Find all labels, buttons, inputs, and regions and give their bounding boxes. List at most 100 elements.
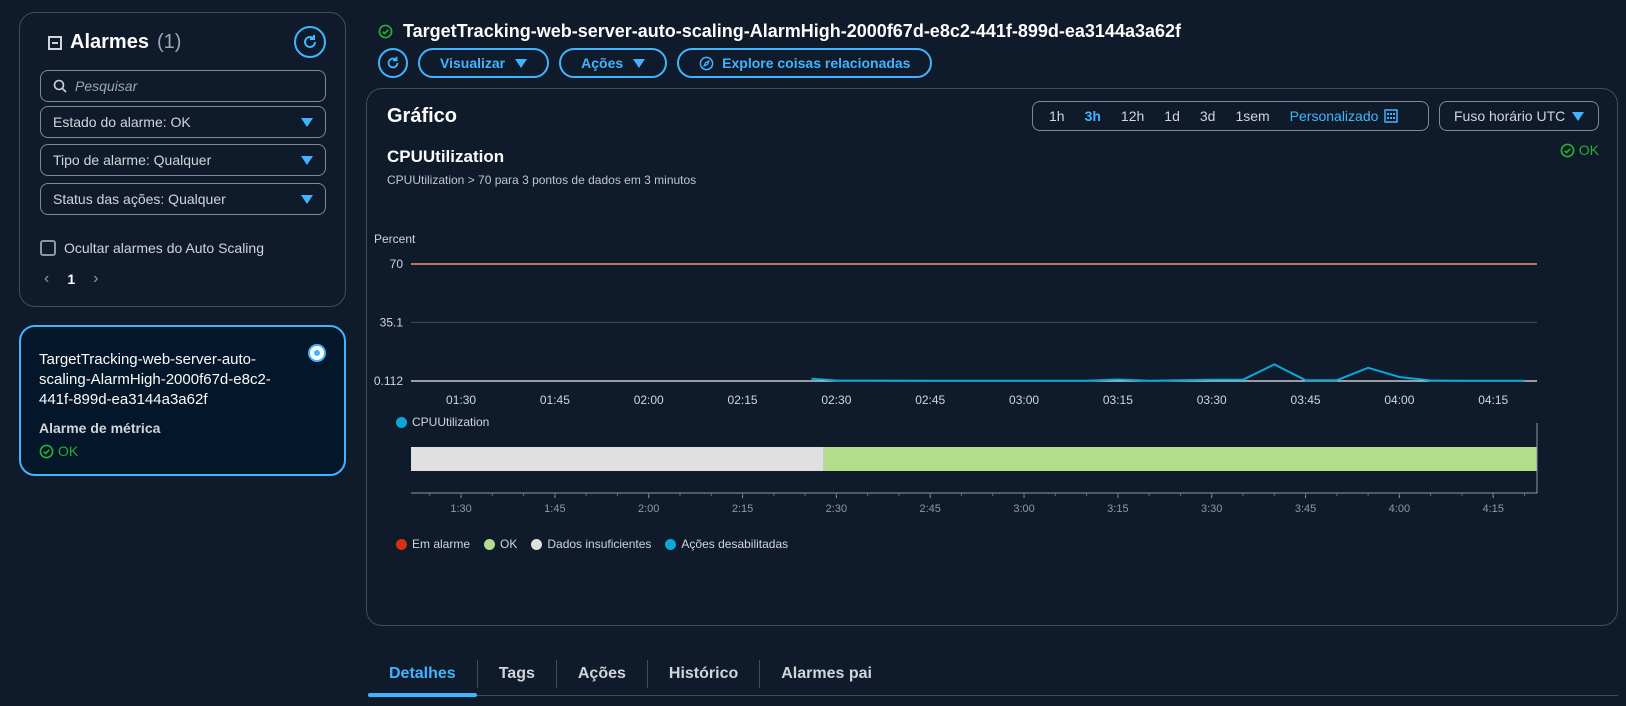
pagination: ‹ 1 › — [44, 270, 98, 288]
tab-history[interactable]: Histórico — [648, 652, 759, 696]
timeline-tick-label: 3:00 — [1013, 503, 1034, 515]
state-legend-item: Em alarme — [396, 537, 470, 551]
filter-alarm-type[interactable]: Tipo de alarme: Qualquer — [40, 144, 326, 176]
state-legend-item: Ações desabilitadas — [665, 537, 788, 551]
caret-down-icon — [301, 117, 313, 127]
state-legend-label: Em alarme — [412, 537, 471, 551]
page-number[interactable]: 1 — [67, 271, 75, 287]
refresh-button[interactable] — [378, 48, 408, 78]
alarm-card[interactable]: TargetTracking-web-server-auto-scaling-A… — [19, 325, 346, 476]
state-legend: Em alarme OK Dados insuficientes Ações d… — [396, 537, 788, 551]
timeline-tick-label: 2:30 — [826, 503, 847, 515]
alarms-count: (1) — [156, 31, 182, 53]
caret-down-icon — [633, 58, 646, 68]
compass-icon — [699, 56, 714, 70]
timeline-tick-label: 4:15 — [1483, 503, 1504, 515]
alarms-panel: Alarmes (1) Estado do alarme: OK Tipo de… — [19, 12, 346, 307]
filter-alarm-state-label: Estado do alarme: OK — [53, 114, 191, 130]
x-tick-label: 02:45 — [915, 393, 945, 407]
alarm-title-row: TargetTracking-web-server-auto-scaling-A… — [378, 21, 1181, 42]
legend-dot — [531, 538, 543, 550]
actions-button-label: Ações — [581, 55, 624, 71]
x-tick-label: 02:30 — [821, 393, 851, 407]
x-tick-label: 03:15 — [1103, 393, 1133, 407]
tab-actions[interactable]: Ações — [557, 652, 647, 696]
filter-alarm-state[interactable]: Estado do alarme: OK — [40, 106, 326, 138]
x-tick-label: 04:15 — [1478, 393, 1508, 407]
filter-actions-status[interactable]: Status das ações: Qualquer — [40, 183, 326, 215]
collapse-icon[interactable] — [48, 35, 62, 50]
y-tick-label: 0.112 — [374, 374, 403, 388]
detail-tabs: Detalhes Tags Ações Histórico Alarmes pa… — [368, 652, 1618, 697]
search-icon — [53, 79, 67, 93]
explore-related-button[interactable]: Explore coisas relacionadas — [677, 48, 933, 78]
graph-panel: Gráfico 1h 3h 12h 1d 3d 1sem Personaliza… — [366, 88, 1618, 626]
tab-details[interactable]: Detalhes — [368, 652, 477, 697]
state-legend-label: Ações desabilitadas — [681, 537, 789, 551]
search-field[interactable] — [40, 70, 326, 102]
x-tick-label: 03:45 — [1291, 393, 1321, 407]
x-tick-label: 03:30 — [1197, 393, 1227, 407]
hide-autoscaling-checkbox[interactable] — [40, 240, 56, 256]
state-legend-label: Dados insuficientes — [547, 537, 652, 551]
y-axis-label: Percent — [374, 232, 416, 246]
search-input[interactable] — [75, 78, 295, 94]
view-button-label: Visualizar — [440, 55, 506, 71]
alarms-panel-title: Alarmes — [70, 31, 149, 53]
chevron-left-icon[interactable]: ‹ — [44, 270, 49, 288]
hide-autoscaling-row[interactable]: Ocultar alarmes do Auto Scaling — [40, 240, 264, 256]
caret-down-icon — [301, 155, 313, 165]
alarm-title: TargetTracking-web-server-auto-scaling-A… — [403, 21, 1181, 41]
x-tick-label: 02:15 — [728, 393, 758, 407]
actions-button[interactable]: Ações — [559, 48, 668, 78]
cpu-legend-label: CPUUtilization — [412, 415, 490, 429]
alarm-select-radio[interactable] — [308, 344, 326, 362]
filter-actions-status-label: Status das ações: Qualquer — [53, 191, 226, 207]
timeline-tick-label: 3:15 — [1107, 503, 1128, 515]
filter-alarm-type-label: Tipo de alarme: Qualquer — [53, 152, 212, 168]
y-tick-label: 35.1 — [380, 315, 404, 329]
series-line-cpuutilization — [811, 363, 1525, 382]
alarm-card-type: Alarme de métrica — [39, 420, 161, 436]
alarms-panel-header: Alarmes (1) — [48, 31, 181, 54]
tab-tags[interactable]: Tags — [478, 652, 556, 696]
x-tick-label: 01:45 — [540, 393, 570, 407]
alarm-card-status: OK — [39, 443, 78, 459]
state-segment — [823, 447, 1537, 471]
legend-dot — [396, 416, 407, 428]
cpu-legend-item[interactable]: CPUUtilization — [396, 415, 489, 429]
x-tick-label: 04:00 — [1384, 393, 1414, 407]
legend-dot — [484, 538, 496, 550]
caret-down-icon — [515, 58, 528, 68]
refresh-icon — [387, 56, 399, 69]
hide-autoscaling-label: Ocultar alarmes do Auto Scaling — [64, 240, 264, 256]
legend-dot — [396, 538, 407, 550]
refresh-alarms-button[interactable] — [294, 26, 326, 58]
explore-related-label: Explore coisas relacionadas — [722, 55, 911, 71]
view-button[interactable]: Visualizar — [418, 48, 550, 78]
state-segment — [411, 447, 824, 471]
timeline-tick-label: 3:45 — [1295, 503, 1316, 515]
chevron-right-icon[interactable]: › — [93, 270, 98, 288]
timeline-tick-label: 1:30 — [450, 503, 471, 515]
timeline-tick-label: 2:00 — [638, 503, 659, 515]
timeline-tick-label: 4:00 — [1389, 503, 1410, 515]
timeline-tick-label: 1:45 — [544, 503, 565, 515]
check-circle-icon — [378, 24, 393, 39]
timeline-tick-label: 3:30 — [1201, 503, 1222, 515]
tab-parent-alarms[interactable]: Alarmes pai — [760, 652, 893, 696]
x-tick-label: 03:00 — [1009, 393, 1039, 407]
state-legend-item: Dados insuficientes — [531, 537, 651, 551]
state-legend-label: OK — [500, 537, 518, 551]
timeline-tick-label: 2:15 — [732, 503, 753, 515]
toolbar: Visualizar Ações Explore coisas relacion… — [378, 48, 933, 78]
alarm-card-name: TargetTracking-web-server-auto-scaling-A… — [39, 351, 271, 408]
timeline-tick-label: 2:45 — [920, 503, 941, 515]
alarm-card-status-label: OK — [58, 443, 79, 459]
x-tick-label: 01:30 — [446, 393, 476, 407]
state-legend-item: OK — [484, 537, 517, 551]
legend-dot — [665, 538, 677, 550]
y-tick-label: 70 — [390, 257, 404, 271]
cpu-legend: CPUUtilization — [396, 415, 489, 429]
x-tick-label: 02:00 — [634, 393, 664, 407]
